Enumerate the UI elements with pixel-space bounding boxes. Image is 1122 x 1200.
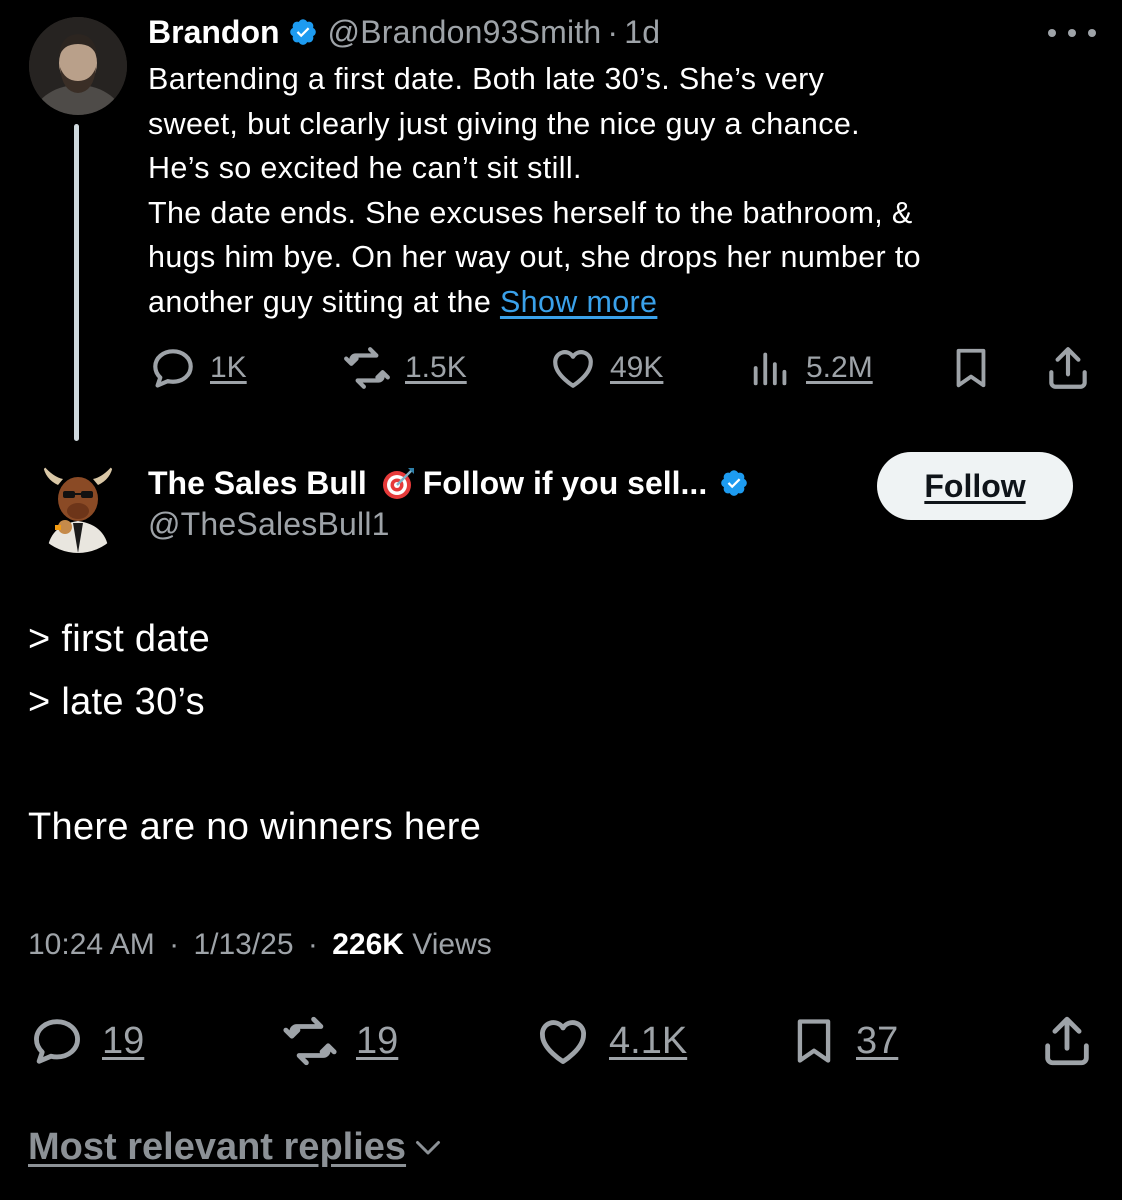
reply-button[interactable]: 19 xyxy=(28,1010,144,1072)
reply-count: 19 xyxy=(102,1019,145,1062)
share-button[interactable] xyxy=(1043,340,1093,396)
views-icon xyxy=(748,343,794,393)
separator-dot: · xyxy=(607,13,619,50)
repost-button[interactable]: 19 xyxy=(280,1010,398,1072)
parent-tweet-header: Brandon @Brandon93Smith · 1d xyxy=(148,10,660,54)
bookmark-button[interactable]: 37 xyxy=(788,1010,898,1072)
sales-bull-avatar[interactable] xyxy=(29,455,127,553)
parent-action-bar: 1K 1.5K 49K 5.2M xyxy=(148,340,1093,396)
reply-count: 1K xyxy=(210,351,247,384)
brandon-avatar[interactable] xyxy=(29,17,127,115)
tweet-text-line: He’s so excited he can’t sit still. xyxy=(148,151,582,185)
show-more-link[interactable]: Show more xyxy=(500,285,657,319)
tweet-text-line-last: another guy sitting at the Show more xyxy=(148,280,1098,325)
repost-button[interactable]: 1.5K xyxy=(341,340,467,396)
tweet-date[interactable]: 1/13/25 xyxy=(193,928,293,961)
direct-hit-icon xyxy=(381,465,417,501)
separator-dot: · xyxy=(307,928,318,961)
reply-author-handle[interactable]: @TheSalesBull1 xyxy=(148,506,390,543)
thread-connector-line xyxy=(74,124,79,441)
reply-icon xyxy=(28,1012,86,1070)
chevron-down-icon xyxy=(410,1129,446,1165)
repost-icon xyxy=(280,1012,340,1070)
verified-badge-icon xyxy=(719,468,749,498)
reply-text-line: > first date xyxy=(28,618,211,660)
reply-text-line: There are no winners here xyxy=(28,806,482,848)
share-button[interactable] xyxy=(1038,1010,1096,1072)
bookmark-icon xyxy=(788,1012,840,1070)
tweet-time[interactable]: 10:24 AM xyxy=(28,928,155,961)
views-count: 5.2M xyxy=(806,351,873,384)
tweet-text-line: Bartending a first date. Both late 30’s.… xyxy=(148,62,825,96)
author-name[interactable]: Brandon xyxy=(148,14,280,51)
reply-author-name-suffix[interactable]: Follow if you sell... xyxy=(423,465,707,502)
parent-tweet-text: Bartending a first date. Both late 30’s.… xyxy=(148,57,1098,324)
tweet-metadata: 10:24 AM · 1/13/25 · 226K Views xyxy=(28,928,492,962)
views-total: 226K xyxy=(332,928,404,961)
repost-count: 1.5K xyxy=(405,351,467,384)
separator-dot: · xyxy=(169,928,180,961)
like-button[interactable]: 4.1K xyxy=(533,1010,687,1072)
repost-count: 19 xyxy=(356,1019,399,1062)
views-label: Views xyxy=(412,928,492,961)
replies-sort-dropdown[interactable]: Most relevant replies xyxy=(28,1122,446,1172)
reply-icon xyxy=(148,343,198,393)
reply-text-line: > late 30’s xyxy=(28,681,205,723)
views-button[interactable]: 5.2M xyxy=(748,340,873,396)
bookmark-button[interactable] xyxy=(948,340,994,396)
reply-tweet-header: The Sales Bull Follow if you sell... xyxy=(148,460,759,506)
tweet-text-line: hugs him bye. On her way out, she drops … xyxy=(148,240,921,274)
like-icon xyxy=(548,343,598,393)
tweet-text-line: sweet, but clearly just giving the nice … xyxy=(148,106,860,141)
share-icon xyxy=(1038,1012,1096,1070)
share-icon xyxy=(1043,343,1093,393)
repost-icon xyxy=(341,343,393,393)
like-count: 4.1K xyxy=(609,1019,688,1062)
follow-button[interactable]: Follow xyxy=(877,452,1073,520)
like-button[interactable]: 49K xyxy=(548,340,663,396)
author-handle[interactable]: @Brandon93Smith xyxy=(328,14,602,51)
reply-author-name[interactable]: The Sales Bull xyxy=(148,465,367,502)
tweet-text-fragment: another guy sitting at the xyxy=(148,284,500,319)
tweet-text-line: The date ends. She excuses herself to th… xyxy=(148,195,913,230)
tweet-age[interactable]: 1d xyxy=(624,14,660,51)
verified-badge-icon xyxy=(288,17,318,47)
reply-action-bar: 19 19 4.1K 37 xyxy=(28,1010,1098,1072)
like-icon xyxy=(533,1012,593,1070)
replies-sort-label: Most relevant replies xyxy=(28,1125,407,1168)
reply-button[interactable]: 1K xyxy=(148,340,247,396)
like-count: 49K xyxy=(610,351,664,384)
bookmark-count: 37 xyxy=(856,1019,899,1062)
bookmark-icon xyxy=(948,343,994,393)
more-icon[interactable] xyxy=(1048,18,1096,48)
